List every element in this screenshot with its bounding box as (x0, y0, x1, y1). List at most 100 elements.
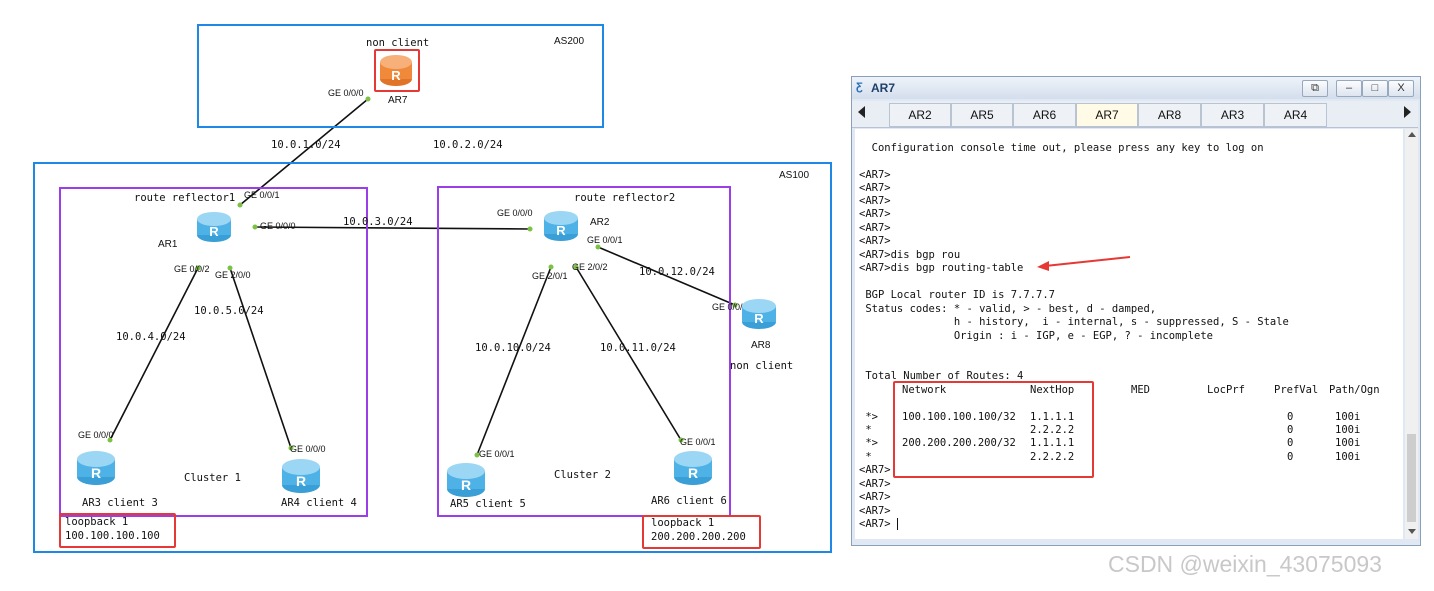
svg-text:R: R (209, 224, 219, 239)
close-button[interactable]: X (1388, 80, 1414, 97)
route-flag: * (859, 451, 872, 463)
ar7-nonclient-label: non client (366, 37, 430, 49)
ar2-ge000-label: GE 0/0/0 (497, 208, 533, 218)
route-prefval: 0 (1287, 437, 1294, 449)
maximize-button[interactable]: □ (1362, 80, 1388, 97)
ar1-ge001-label: GE 0/0/1 (244, 190, 280, 200)
vertical-scrollbar[interactable] (1405, 129, 1418, 539)
prompt-line: <AR7> (859, 505, 891, 517)
ar1-ge002-label: GE 0/0/2 (174, 264, 210, 274)
terminal-output[interactable]: Configuration console time out, please p… (855, 129, 1403, 539)
rr2-label: route reflector2 (574, 192, 676, 204)
route-flag: *> (859, 411, 878, 423)
device-tabbar: AR2 AR5 AR6 AR7 AR8 AR3 AR4 (852, 101, 1418, 128)
net-10-0-10-label: 10.0.10.0/24 (475, 342, 551, 354)
net-10-0-1-label: 10.0.1.0/24 (271, 139, 341, 151)
scroll-down-icon[interactable] (1408, 529, 1416, 534)
ar6-port-label: GE 0/0/1 (680, 437, 716, 447)
cluster1-label: Cluster 1 (184, 472, 241, 484)
svg-text:R: R (296, 473, 306, 489)
tab-ar4[interactable]: AR4 (1264, 103, 1327, 127)
prompt-line: <AR7> (859, 491, 891, 503)
svg-text:R: R (91, 465, 101, 481)
loopback1-title-right: loopback 1 (651, 517, 715, 529)
ar4-port-label: GE 0/0/0 (290, 444, 326, 454)
prompt-line: <AR7> (859, 464, 891, 476)
svg-text:R: R (556, 223, 566, 238)
prompt-line: <AR7> (859, 478, 891, 490)
timeout-line: Configuration console time out, please p… (859, 142, 1264, 154)
ar7-router-icon[interactable]: R (378, 52, 414, 88)
ar1-ge200-label: GE 2/0/0 (215, 270, 251, 280)
svg-text:R: R (461, 477, 471, 493)
status-line: h - history, i - internal, s - suppresse… (859, 316, 1289, 328)
net-10-0-5-label: 10.0.5.0/24 (194, 305, 264, 317)
ar6-label: AR6 client 6 (651, 495, 727, 507)
router-id-line: BGP Local router ID is 7.7.7.7 (859, 289, 1055, 301)
restore-button[interactable]: ⧉ (1302, 80, 1328, 97)
as100-label: AS100 (779, 170, 810, 181)
minimize-button[interactable]: – (1336, 80, 1362, 97)
window-titlebar[interactable]: Ƹ AR7 ⧉ – □ X (852, 77, 1420, 99)
ar5-label: AR5 client 5 (450, 498, 526, 510)
ar1-ge000-label: GE 0/0/0 (260, 221, 296, 231)
status-line: Origin : i - IGP, e - EGP, ? - incomplet… (859, 330, 1214, 342)
ar6-router-icon[interactable]: R (672, 448, 714, 486)
ar5-router-icon[interactable]: R (445, 460, 487, 498)
ar3-label: AR3 client 3 (82, 497, 158, 509)
prompt-line: <AR7> (859, 195, 891, 207)
tab-ar6[interactable]: AR6 (1013, 103, 1076, 127)
ar4-label: AR4 client 4 (281, 497, 357, 509)
tab-ar2[interactable]: AR2 (889, 103, 951, 127)
tab-ar3[interactable]: AR3 (1201, 103, 1264, 127)
watermark: CSDN @weixin_43075093 (1108, 551, 1382, 577)
route-path: 100i (1335, 437, 1361, 449)
net-10-0-3-label: 10.0.3.0/24 (343, 216, 413, 228)
tab-scroll-right-icon[interactable] (1404, 106, 1411, 118)
prompt-line-current: <AR7> (859, 518, 891, 530)
net-10-0-4-label: 10.0.4.0/24 (116, 331, 186, 343)
loopback1-addr-left: 100.100.100.100 (65, 530, 160, 542)
route-flag: * (859, 424, 872, 436)
ar4-router-icon[interactable]: R (280, 456, 322, 494)
console-window: Ƹ AR7 ⧉ – □ X AR2 AR5 AR6 AR7 AR8 AR3 AR… (851, 76, 1421, 546)
ar2-router-icon[interactable]: R (542, 208, 580, 242)
prompt-line: <AR7> (859, 208, 891, 220)
red-arrow-icon (1037, 256, 1131, 271)
route-flag: *> (859, 437, 878, 449)
col-header-locprf: LocPrf (1207, 384, 1245, 396)
loopback1-title-left: loopback 1 (65, 516, 129, 528)
tab-ar8[interactable]: AR8 (1138, 103, 1201, 127)
ar8-nonclient-label: non client (730, 360, 794, 372)
col-header-med: MED (1131, 384, 1150, 396)
tab-ar7[interactable]: AR7 (1076, 103, 1138, 127)
prompt-line: <AR7> (859, 182, 891, 194)
prompt-line: <AR7> (859, 235, 891, 247)
ar5-port-label: GE 0/0/1 (479, 449, 515, 459)
ar1-label: AR1 (158, 239, 178, 250)
tab-ar5[interactable]: AR5 (951, 103, 1013, 127)
prompt-line: <AR7> (859, 169, 891, 181)
tab-scroll-left-icon[interactable] (858, 106, 865, 118)
route-path: 100i (1335, 424, 1361, 436)
route-path: 100i (1335, 451, 1361, 463)
route-prefval: 0 (1287, 424, 1294, 436)
text-cursor (897, 518, 898, 530)
ar2-ge202-label: GE 2/0/2 (572, 262, 608, 272)
scroll-thumb[interactable] (1407, 434, 1416, 522)
scroll-up-icon[interactable] (1408, 132, 1416, 137)
net-10-0-2-label: 10.0.2.0/24 (433, 139, 503, 151)
route-prefval: 0 (1287, 451, 1294, 463)
ar2-ge201-label: GE 2/0/1 (532, 271, 568, 281)
command-line: <AR7>dis bgp rou (859, 249, 961, 261)
status-line: Status codes: * - valid, > - best, d - d… (859, 303, 1157, 315)
ar8-label: AR8 (751, 340, 771, 351)
svg-text:R: R (754, 311, 764, 326)
ar3-router-icon[interactable]: R (75, 448, 117, 486)
col-header-path: Path/Ogn (1329, 384, 1380, 396)
net-10-0-11-label: 10.0.11.0/24 (600, 342, 676, 354)
ar1-router-icon[interactable]: R (195, 209, 233, 243)
ar8-router-icon[interactable]: R (740, 296, 778, 330)
route-path: 100i (1335, 411, 1361, 423)
route-table-highlight (893, 381, 1094, 478)
